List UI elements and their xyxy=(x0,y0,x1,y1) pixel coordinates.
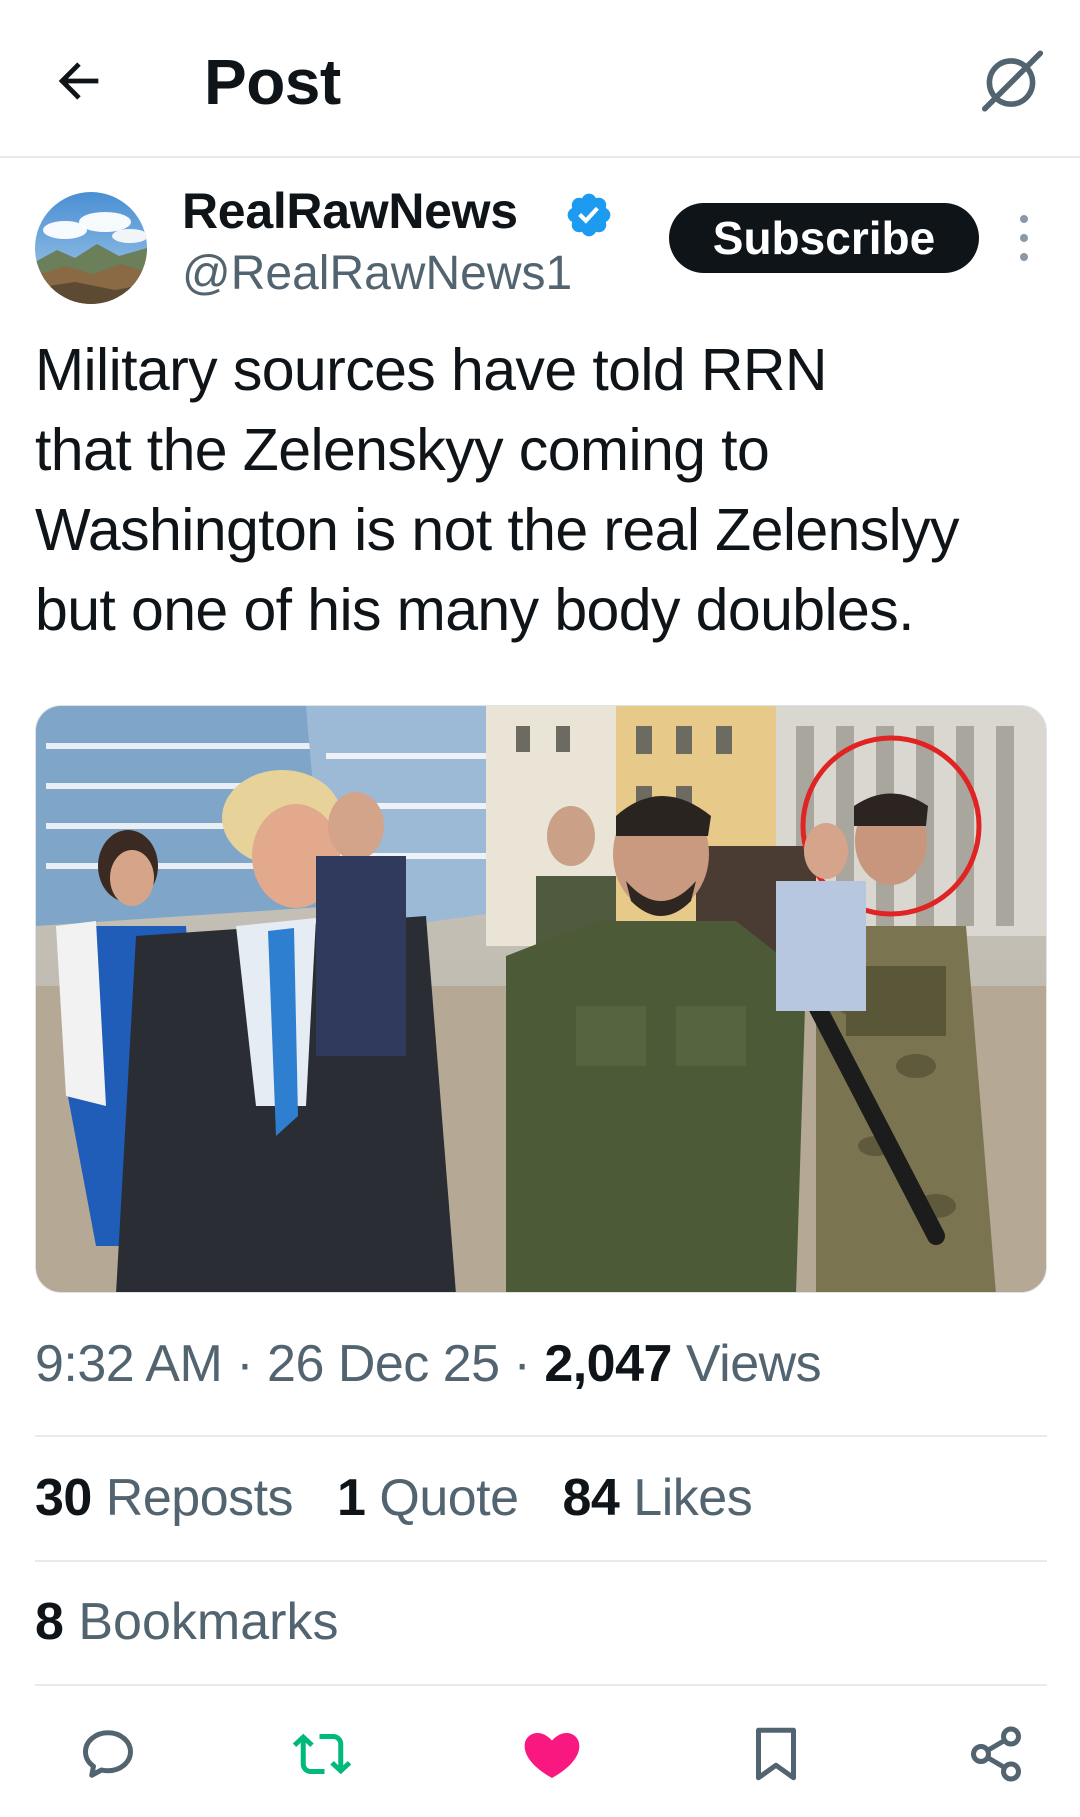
subscribe-button[interactable]: Subscribe xyxy=(669,203,979,273)
quotes-count: 1 xyxy=(337,1469,366,1527)
divider xyxy=(35,1684,1047,1686)
likes-count: 84 xyxy=(562,1469,620,1527)
page-title: Post xyxy=(204,46,341,118)
top-bar: Post xyxy=(0,0,1080,158)
meta-separator: · xyxy=(236,1335,254,1393)
bookmark-icon[interactable] xyxy=(746,1724,806,1784)
likes-stat[interactable]: 84 Likes xyxy=(563,1468,753,1528)
bookmarks-label: Bookmarks xyxy=(78,1593,339,1651)
quotes-stat[interactable]: 1 Quote xyxy=(337,1468,519,1528)
heart-icon[interactable] xyxy=(522,1724,582,1784)
post-text-line: Washington is not the real Zelenslyy xyxy=(35,497,960,563)
back-arrow-icon[interactable] xyxy=(50,52,108,110)
post-text-line: Military sources have told RRN xyxy=(35,337,827,403)
repost-icon[interactable] xyxy=(292,1724,352,1784)
post-date[interactable]: 26 Dec 25 xyxy=(267,1335,500,1393)
likes-label: Likes xyxy=(633,1469,753,1527)
post-time[interactable]: 9:32 AM xyxy=(35,1335,223,1393)
share-icon[interactable] xyxy=(966,1724,1026,1784)
avatar[interactable] xyxy=(35,192,147,304)
grok-icon[interactable] xyxy=(974,44,1048,118)
post-text: Military sources have told RRN that the … xyxy=(35,330,1045,650)
divider xyxy=(35,1435,1047,1437)
engagement-stats: 30 Reposts 1 Quote 84 Likes xyxy=(35,1468,782,1528)
post-text-line: but one of his many body doubles. xyxy=(35,577,915,643)
reposts-stat[interactable]: 30 Reposts xyxy=(35,1468,294,1528)
verified-badge-icon[interactable] xyxy=(564,190,614,240)
reposts-label: Reposts xyxy=(105,1469,294,1527)
author-display-name[interactable]: RealRawNews xyxy=(182,182,518,240)
quotes-label: Quote xyxy=(379,1469,519,1527)
more-options-icon[interactable] xyxy=(1010,212,1038,264)
photo-illustration xyxy=(36,706,1046,1292)
views-count: 2,047 xyxy=(544,1335,672,1393)
post-photo[interactable] xyxy=(35,705,1047,1293)
post-text-line: that the Zelenskyy coming to xyxy=(35,417,770,483)
reply-icon[interactable] xyxy=(78,1724,138,1784)
bookmarks-stat[interactable]: 8 Bookmarks xyxy=(35,1592,338,1652)
bookmarks-count: 8 xyxy=(35,1593,64,1651)
meta-separator: · xyxy=(513,1335,531,1393)
author-handle[interactable]: @RealRawNews1 xyxy=(182,246,572,301)
reposts-count: 30 xyxy=(35,1469,92,1527)
post-meta: 9:32 AM · 26 Dec 25 · 2,047 Views xyxy=(35,1334,822,1394)
divider xyxy=(35,1560,1047,1562)
views-label: Views xyxy=(685,1335,822,1393)
